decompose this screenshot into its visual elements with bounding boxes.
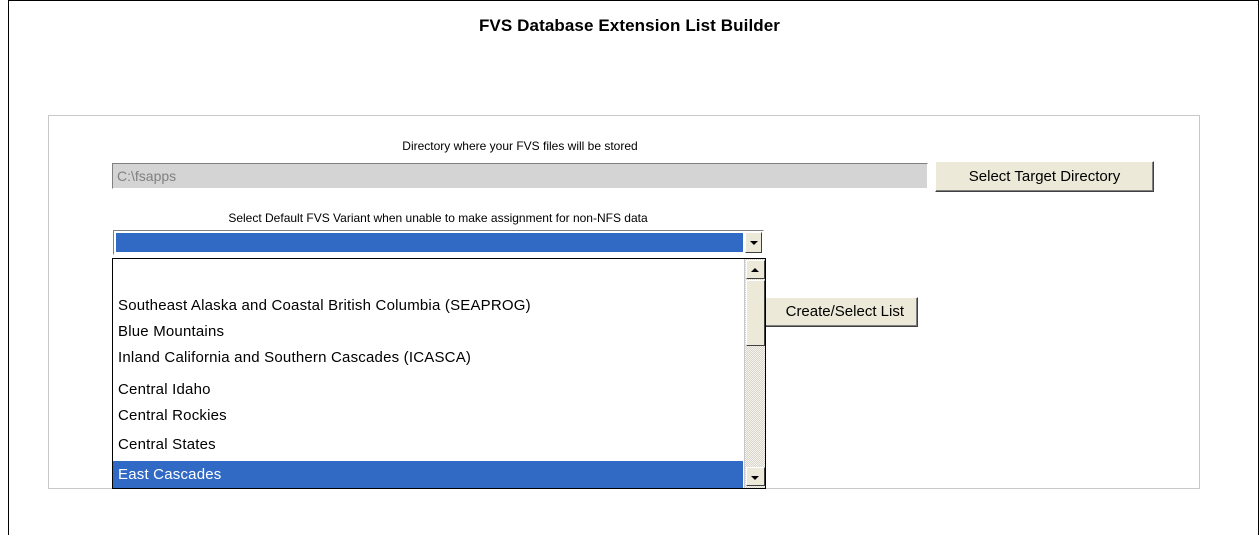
chevron-down-icon [750,241,758,245]
variant-options: Southeast Alaska and Coastal British Col… [113,259,743,488]
variant-option-east-cascades[interactable]: East Cascades [113,461,743,488]
variant-option-seaprog[interactable]: Southeast Alaska and Coastal British Col… [113,294,743,317]
select-target-directory-button[interactable]: Select Target Directory [935,161,1154,192]
directory-label: Directory where your FVS files will be s… [402,139,638,153]
variant-option-central-idaho[interactable]: Central Idaho [113,378,743,401]
variant-option-blue-mountains[interactable]: Blue Mountains [113,320,743,343]
variant-option-icasca[interactable]: Inland California and Southern Cascades … [113,346,743,369]
create-select-list-label: Create/Select List [785,303,904,320]
variant-option-central-states[interactable]: Central States [113,433,743,456]
default-variant-label: Select Default FVS Variant when unable t… [228,211,648,225]
create-select-list-button[interactable]: Create/Select List [740,297,918,327]
page-title: FVS Database Extension List Builder [478,16,781,35]
vertical-scrollbar[interactable] [744,259,765,488]
chevron-up-icon [751,268,759,272]
default-variant-value [116,233,743,252]
scroll-up-button[interactable] [746,260,765,279]
dropdown-toggle-button[interactable] [745,232,762,253]
scroll-down-button[interactable] [746,467,765,486]
variant-option-blank[interactable] [113,259,743,282]
default-variant-select[interactable] [113,230,764,255]
scrollbar-thumb[interactable] [746,280,765,346]
variant-option-central-rockies[interactable]: Central Rockies [113,404,743,427]
chevron-down-icon [751,476,759,480]
variant-dropdown-list[interactable]: Southeast Alaska and Coastal British Col… [112,258,766,489]
target-directory-field: C:\fsapps [112,163,928,189]
